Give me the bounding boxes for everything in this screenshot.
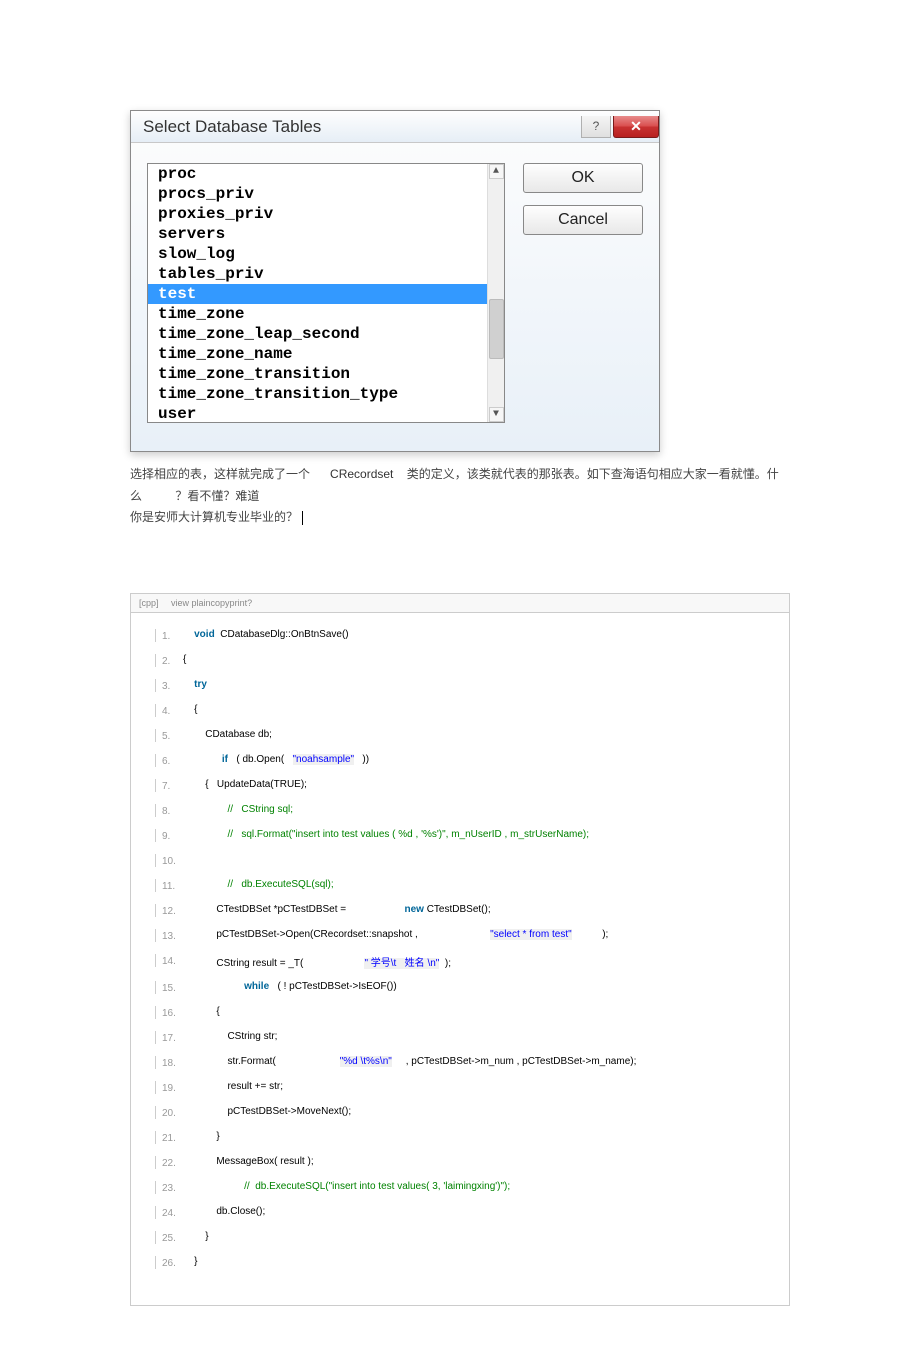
code-line: 2.{ [155, 654, 779, 667]
list-item[interactable]: time_zone_name [148, 344, 487, 364]
tables-listbox[interactable]: procprocs_privproxies_privserversslow_lo… [147, 163, 505, 423]
code-toolbar-links[interactable]: view plaincopyprint? [171, 598, 252, 608]
code-line: 15. while ( ! pCTestDBSet->IsEOF()) [155, 981, 779, 994]
scroll-thumb[interactable] [489, 299, 504, 359]
code-line: 18. str.Format( "%d \t%s\n" , pCTestDBSe… [155, 1056, 779, 1069]
close-button[interactable]: ✕ [613, 116, 659, 138]
cancel-button[interactable]: Cancel [523, 205, 643, 235]
code-line: 21. } [155, 1131, 779, 1144]
code-line: 26. } [155, 1256, 779, 1269]
code-line: 5. CDatabase db; [155, 729, 779, 742]
list-item[interactable]: test [148, 284, 487, 304]
code-line: 22. MessageBox( result ); [155, 1156, 779, 1169]
scroll-down-icon[interactable]: ▼ [489, 407, 504, 422]
code-line: 16. { [155, 1006, 779, 1019]
list-item[interactable]: proc [148, 164, 487, 184]
list-item[interactable]: procs_priv [148, 184, 487, 204]
code-line: 6. if ( db.Open( "noahsample" )) [155, 754, 779, 767]
list-item[interactable]: user [148, 404, 487, 422]
list-item[interactable]: time_zone_transition_type [148, 384, 487, 404]
scroll-up-icon[interactable]: ▲ [489, 164, 504, 179]
help-button[interactable]: ? [581, 116, 611, 138]
code-line: 4. { [155, 704, 779, 717]
list-item[interactable]: proxies_priv [148, 204, 487, 224]
list-item[interactable]: time_zone [148, 304, 487, 324]
code-line: 20. pCTestDBSet->MoveNext(); [155, 1106, 779, 1119]
code-header: [cpp] view plaincopyprint? [130, 593, 790, 612]
description-text: 选择相应的表，这样就完成了一个 CRecordset 类的定义，该类就代表的那张… [130, 464, 790, 529]
code-line: 19. result += str; [155, 1081, 779, 1094]
list-item[interactable]: servers [148, 224, 487, 244]
code-line: 1. void CDatabaseDlg::OnBtnSave() [155, 629, 779, 642]
list-item[interactable]: time_zone_leap_second [148, 324, 487, 344]
code-line: 11. // db.ExecuteSQL(sql); [155, 879, 779, 892]
code-line: 8. // CString sql; [155, 804, 779, 817]
list-item[interactable]: slow_log [148, 244, 487, 264]
ok-button[interactable]: OK [523, 163, 643, 193]
code-line: 14. CString result = _T( " 学号\t 姓名 \n" )… [155, 954, 779, 969]
code-line: 7. { UpdateData(TRUE); [155, 779, 779, 792]
code-line: 12. CTestDBSet *pCTestDBSet = new CTestD… [155, 904, 779, 917]
code-line: 23. // db.ExecuteSQL("insert into test v… [155, 1181, 779, 1194]
dialog-titlebar: Select Database Tables ? ✕ [131, 111, 659, 143]
code-line: 3. try [155, 679, 779, 692]
text-cursor [302, 511, 303, 525]
code-line: 24. db.Close(); [155, 1206, 779, 1219]
code-line: 9. // sql.Format("insert into test value… [155, 829, 779, 842]
list-item[interactable]: tables_priv [148, 264, 487, 284]
list-item[interactable]: time_zone_transition [148, 364, 487, 384]
code-line: 17. CString str; [155, 1031, 779, 1044]
select-tables-dialog: Select Database Tables ? ✕ procprocs_pri… [130, 110, 660, 452]
dialog-title: Select Database Tables [143, 117, 321, 137]
listbox-scrollbar[interactable]: ▲ ▼ [487, 164, 504, 422]
code-line: 25. } [155, 1231, 779, 1244]
code-line: 10. [155, 854, 779, 867]
code-line: 13. pCTestDBSet->Open(CRecordset::snapsh… [155, 929, 779, 942]
code-lang: [cpp] [139, 598, 159, 608]
code-block: 1. void CDatabaseDlg::OnBtnSave() 2.{ 3.… [130, 612, 790, 1306]
